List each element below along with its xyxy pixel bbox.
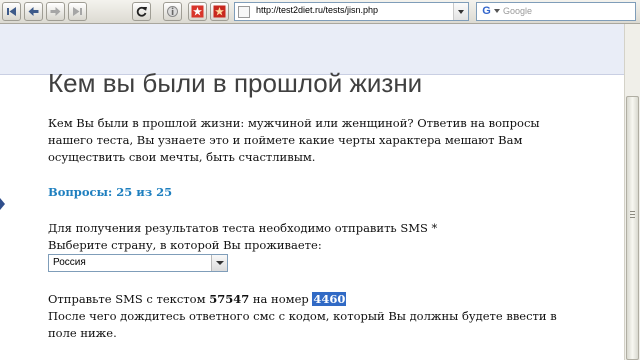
info-button[interactable] xyxy=(163,2,182,21)
country-dropdown-button[interactable] xyxy=(211,255,227,271)
questions-progress: Вопросы: 25 из 25 xyxy=(48,185,173,199)
arrow-right-icon xyxy=(50,7,61,16)
sms-required-note: Для получения результатов теста необходи… xyxy=(48,221,438,235)
side-arrow-icon xyxy=(0,198,5,210)
sms-instruction: Отправьте SMS с текстом 57547 на номер 4… xyxy=(48,291,347,308)
last-page-button[interactable] xyxy=(68,2,87,21)
arrow-left-icon xyxy=(28,7,39,16)
skip-back-icon xyxy=(7,7,16,16)
skip-forward-icon xyxy=(73,7,82,16)
first-page-button[interactable] xyxy=(2,2,21,21)
info-icon xyxy=(167,6,178,17)
country-selected-value[interactable]: Россия xyxy=(53,257,86,268)
sms-number[interactable]: 4460 xyxy=(312,292,347,306)
search-placeholder[interactable]: Google xyxy=(503,6,532,16)
vertical-scrollbar[interactable] xyxy=(624,24,640,360)
after-sms-instruction: После чего дождитесь ответного смс с код… xyxy=(48,309,557,340)
google-icon[interactable]: G xyxy=(480,5,493,18)
chevron-down-icon xyxy=(458,10,464,14)
browser-toolbar: http://test2diet.ru/tests/jisn.php G Goo… xyxy=(0,0,640,24)
sms-instruction-middle: на номер xyxy=(252,292,309,306)
sms-text-code: 57547 xyxy=(209,292,250,306)
scroll-thumb[interactable] xyxy=(626,96,639,360)
country-select[interactable]: Россия xyxy=(48,254,228,272)
search-box[interactable]: G Google xyxy=(476,2,636,21)
back-button[interactable] xyxy=(24,2,43,21)
page-favicon-icon xyxy=(238,6,250,18)
chevron-down-icon xyxy=(216,261,224,265)
page-title: Кем вы были в прошлой жизни xyxy=(48,68,423,98)
star-add-icon xyxy=(213,5,226,18)
address-bar[interactable]: http://test2diet.ru/tests/jisn.php xyxy=(234,2,469,21)
sms-instruction-prefix: Отправьте SMS с текстом xyxy=(48,292,206,306)
search-engine-dropdown-icon[interactable] xyxy=(494,9,500,13)
country-label: Выберите страну, в которой Вы проживаете… xyxy=(48,238,322,252)
reload-icon xyxy=(136,6,147,17)
bookmark-add-button[interactable] xyxy=(210,2,229,21)
forward-button[interactable] xyxy=(46,2,65,21)
reload-button[interactable] xyxy=(132,2,151,21)
star-icon xyxy=(191,5,204,18)
url-text[interactable]: http://test2diet.ru/tests/jisn.php xyxy=(256,5,378,15)
test-description: Кем Вы были в прошлой жизни: мужчиной ил… xyxy=(48,116,540,164)
url-history-dropdown[interactable] xyxy=(453,3,468,20)
bookmark-star-button[interactable] xyxy=(188,2,207,21)
